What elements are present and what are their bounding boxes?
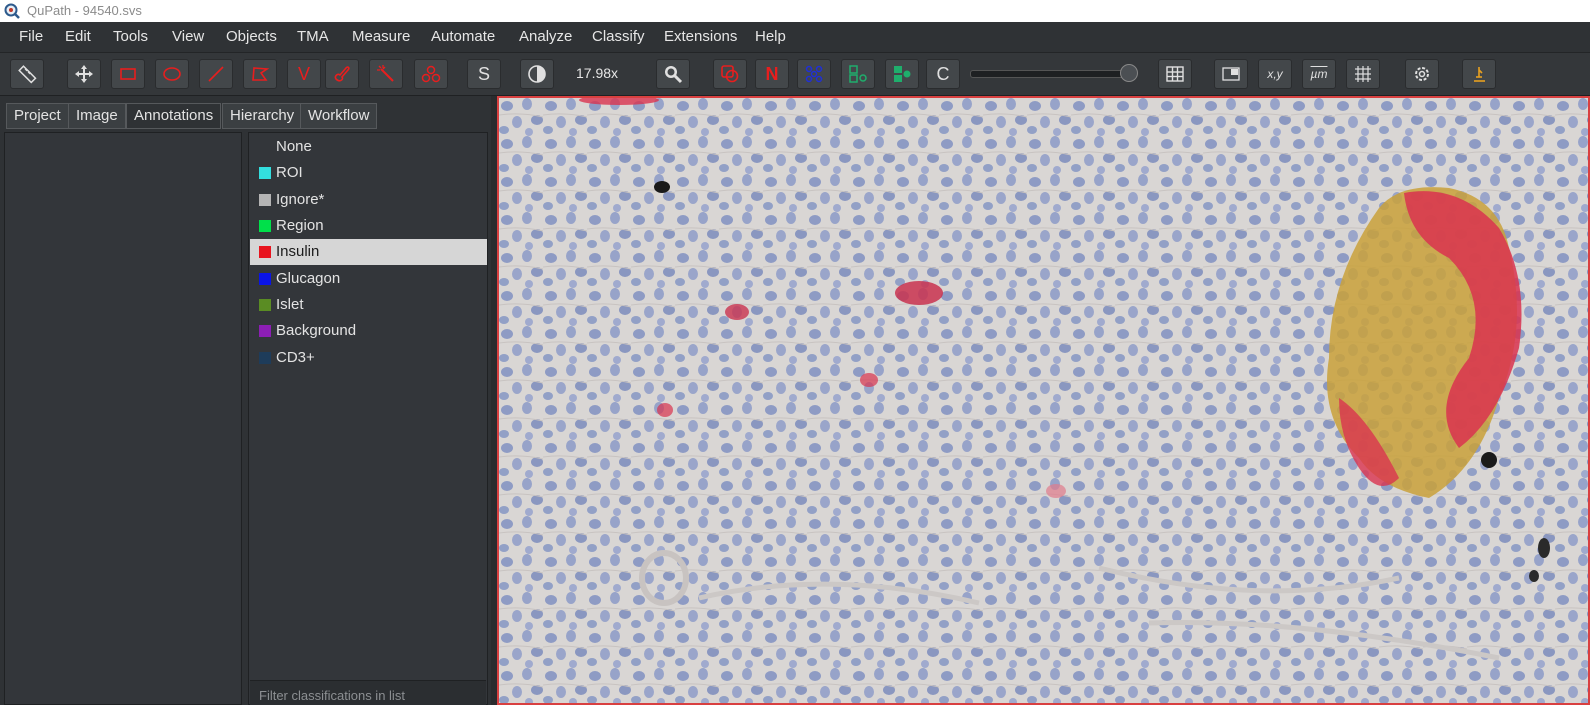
contrast-icon bbox=[528, 65, 546, 83]
opacity-slider-thumb[interactable] bbox=[1120, 64, 1138, 82]
class-color-swatch bbox=[259, 194, 271, 206]
wand-icon bbox=[377, 65, 394, 82]
table-icon bbox=[1166, 66, 1184, 82]
qupath-logo-icon bbox=[4, 3, 20, 19]
class-item-cd3[interactable]: CD3+ bbox=[250, 345, 487, 371]
class-color-swatch bbox=[259, 352, 271, 364]
menu-measure[interactable]: Measure bbox=[352, 28, 410, 45]
zoom-to-fit-button[interactable] bbox=[656, 59, 690, 89]
polygon-icon bbox=[252, 67, 270, 81]
class-color-swatch bbox=[259, 220, 271, 232]
measure-tool-button[interactable] bbox=[10, 59, 44, 89]
rectangle-tool-button[interactable] bbox=[111, 59, 145, 89]
class-item-insulin[interactable]: Insulin bbox=[250, 239, 487, 265]
brush-icon bbox=[334, 66, 350, 82]
class-color-swatch bbox=[259, 167, 271, 179]
tissue-image bbox=[499, 98, 1588, 703]
show-names-button[interactable]: N bbox=[755, 59, 789, 89]
class-item-ignore[interactable]: Ignore* bbox=[250, 187, 487, 213]
class-item-glucagon[interactable]: Glucagon bbox=[250, 266, 487, 292]
menu-objects[interactable]: Objects bbox=[226, 28, 277, 45]
show-detections-button[interactable] bbox=[841, 59, 875, 89]
title-bar: QuPath - 94540.svs bbox=[0, 0, 1590, 22]
menu-extensions[interactable]: Extensions bbox=[664, 28, 737, 45]
show-annotations-button[interactable] bbox=[713, 59, 747, 89]
class-color-swatch bbox=[259, 273, 271, 285]
grid-icon bbox=[1355, 66, 1371, 82]
show-overview-button[interactable] bbox=[1214, 59, 1248, 89]
tab-annotations[interactable]: Annotations bbox=[126, 103, 222, 129]
toolbar: V S N C x,y µm bbox=[0, 53, 1590, 96]
class-color-swatch bbox=[259, 299, 271, 311]
measurement-table-button[interactable] bbox=[1158, 59, 1192, 89]
classification-filter-input[interactable]: Filter classifications in list bbox=[250, 680, 486, 705]
selection-mode-button[interactable]: S bbox=[467, 59, 501, 89]
window-title: QuPath - 94540.svs bbox=[27, 3, 142, 18]
points-tool-button[interactable] bbox=[414, 59, 448, 89]
menu-classify[interactable]: Classify bbox=[592, 28, 645, 45]
zoom-level: 17.98x bbox=[576, 65, 619, 81]
show-scalebar-button[interactable]: µm bbox=[1302, 59, 1336, 89]
tab-hierarchy[interactable]: Hierarchy bbox=[222, 103, 303, 129]
class-item-roi[interactable]: ROI bbox=[250, 160, 487, 186]
tab-project[interactable]: Project bbox=[6, 103, 69, 129]
menu-help[interactable]: Help bbox=[755, 28, 786, 45]
menu-automate[interactable]: Automate bbox=[431, 28, 495, 45]
class-color-swatch bbox=[259, 246, 271, 258]
fill-detections-button[interactable] bbox=[885, 59, 919, 89]
filled-detections-icon bbox=[894, 66, 911, 82]
annotations-overlap-icon bbox=[721, 65, 739, 83]
menu-file[interactable]: File bbox=[19, 28, 43, 45]
rectangle-icon bbox=[120, 68, 136, 80]
image-viewer[interactable] bbox=[497, 96, 1590, 705]
line-tool-button[interactable] bbox=[199, 59, 233, 89]
show-cell-boundaries-button[interactable]: C bbox=[926, 59, 960, 89]
menu-view[interactable]: View bbox=[172, 28, 204, 45]
class-color-swatch bbox=[259, 325, 271, 337]
preferences-button[interactable] bbox=[1405, 59, 1439, 89]
class-item-region[interactable]: Region bbox=[250, 213, 487, 239]
ellipse-icon bbox=[163, 67, 181, 81]
opacity-slider-track[interactable] bbox=[970, 70, 1132, 78]
show-tma-grid-button[interactable] bbox=[797, 59, 831, 89]
annotation-list[interactable] bbox=[4, 132, 242, 705]
move-arrows-icon bbox=[75, 65, 93, 83]
polyline-tool-button[interactable]: V bbox=[287, 59, 321, 89]
menu-edit[interactable]: Edit bbox=[65, 28, 91, 45]
wand-tool-button[interactable] bbox=[369, 59, 403, 89]
polyline-icon: V bbox=[297, 64, 310, 84]
detections-icon bbox=[849, 65, 867, 83]
class-item-none[interactable]: None bbox=[250, 134, 487, 160]
tab-image[interactable]: Image bbox=[68, 103, 126, 129]
log-button[interactable] bbox=[1462, 59, 1496, 89]
class-item-islet[interactable]: Islet bbox=[250, 292, 487, 318]
brightness-contrast-button[interactable] bbox=[520, 59, 554, 89]
ellipse-tool-button[interactable] bbox=[155, 59, 189, 89]
show-location-button[interactable]: x,y bbox=[1258, 59, 1292, 89]
tab-workflow[interactable]: Workflow bbox=[300, 103, 378, 129]
overview-icon bbox=[1222, 67, 1240, 81]
ruler-icon bbox=[18, 65, 37, 84]
move-tool-button[interactable] bbox=[67, 59, 101, 89]
menu-analyze[interactable]: Analyze bbox=[519, 28, 572, 45]
microscope-icon bbox=[1474, 67, 1485, 82]
menu-tools[interactable]: Tools bbox=[113, 28, 148, 45]
menu-bar: File Edit Tools View Objects TMA Measure… bbox=[0, 22, 1590, 53]
magnifier-icon bbox=[665, 66, 683, 84]
brush-tool-button[interactable] bbox=[325, 59, 359, 89]
menu-tma[interactable]: TMA bbox=[297, 28, 329, 45]
polygon-tool-button[interactable] bbox=[243, 59, 277, 89]
gear-icon bbox=[1415, 67, 1429, 81]
tma-grid-icon bbox=[805, 65, 823, 83]
show-grid-button[interactable] bbox=[1346, 59, 1380, 89]
points-icon bbox=[421, 65, 441, 83]
line-icon bbox=[208, 66, 224, 82]
class-item-background[interactable]: Background bbox=[250, 318, 487, 344]
